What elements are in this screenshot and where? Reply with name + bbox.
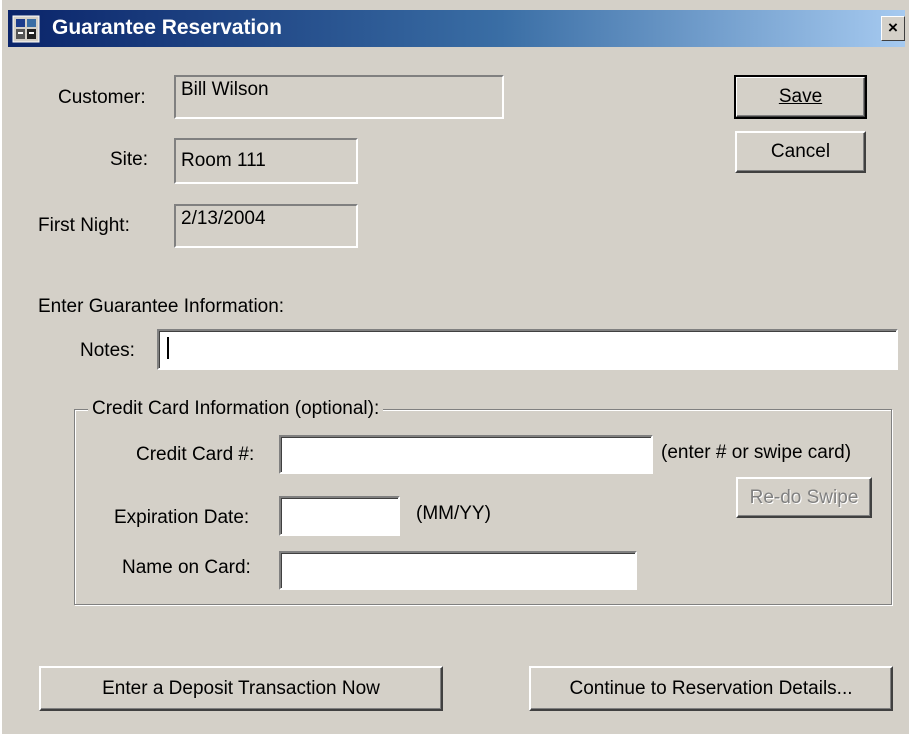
site-label: Site: bbox=[110, 149, 149, 170]
name-on-card-input[interactable] bbox=[279, 551, 637, 590]
app-icon bbox=[12, 15, 40, 43]
save-button[interactable]: Save bbox=[734, 75, 867, 119]
first-night-value: 2/13/2004 bbox=[181, 208, 266, 229]
expiration-input[interactable] bbox=[279, 496, 400, 536]
cancel-button-label: Cancel bbox=[770, 141, 831, 162]
guarantee-reservation-dialog: Guarantee Reservation × Customer: Bill W… bbox=[0, 0, 911, 734]
site-field: Room 111 bbox=[174, 138, 358, 184]
expiration-label: Expiration Date: bbox=[114, 507, 250, 528]
close-icon: × bbox=[888, 18, 898, 37]
customer-label: Customer: bbox=[58, 87, 146, 108]
deposit-transaction-button-label: Enter a Deposit Transaction Now bbox=[102, 677, 380, 699]
card-number-hint: (enter # or swipe card) bbox=[661, 442, 852, 463]
first-night-field: 2/13/2004 bbox=[174, 204, 358, 248]
customer-field: Bill Wilson bbox=[174, 75, 504, 119]
redo-swipe-button-label: Re-do Swipe bbox=[749, 486, 859, 508]
close-button[interactable]: × bbox=[881, 16, 905, 41]
continue-reservation-button[interactable]: Continue to Reservation Details... bbox=[529, 666, 893, 711]
notes-label: Notes: bbox=[80, 340, 135, 361]
save-button-label: Save bbox=[778, 86, 823, 107]
guarantee-heading: Enter Guarantee Information: bbox=[38, 296, 285, 317]
cancel-button[interactable]: Cancel bbox=[735, 131, 866, 173]
site-value: Room 111 bbox=[181, 150, 266, 171]
expiration-hint: (MM/YY) bbox=[416, 503, 491, 524]
window-title: Guarantee Reservation bbox=[52, 16, 282, 39]
continue-reservation-button-label: Continue to Reservation Details... bbox=[569, 677, 853, 699]
name-on-card-label: Name on Card: bbox=[122, 557, 251, 578]
card-number-input[interactable] bbox=[279, 435, 653, 474]
deposit-transaction-button[interactable]: Enter a Deposit Transaction Now bbox=[39, 666, 443, 711]
redo-swipe-button[interactable]: Re-do Swipe bbox=[736, 477, 872, 518]
title-bar[interactable]: Guarantee Reservation × bbox=[8, 10, 905, 47]
first-night-label: First Night: bbox=[38, 215, 130, 236]
credit-card-group-title: Credit Card Information (optional): bbox=[88, 398, 384, 420]
customer-value: Bill Wilson bbox=[181, 79, 269, 100]
text-caret bbox=[167, 337, 169, 359]
card-number-label: Credit Card #: bbox=[136, 444, 255, 465]
notes-input[interactable] bbox=[157, 329, 898, 370]
